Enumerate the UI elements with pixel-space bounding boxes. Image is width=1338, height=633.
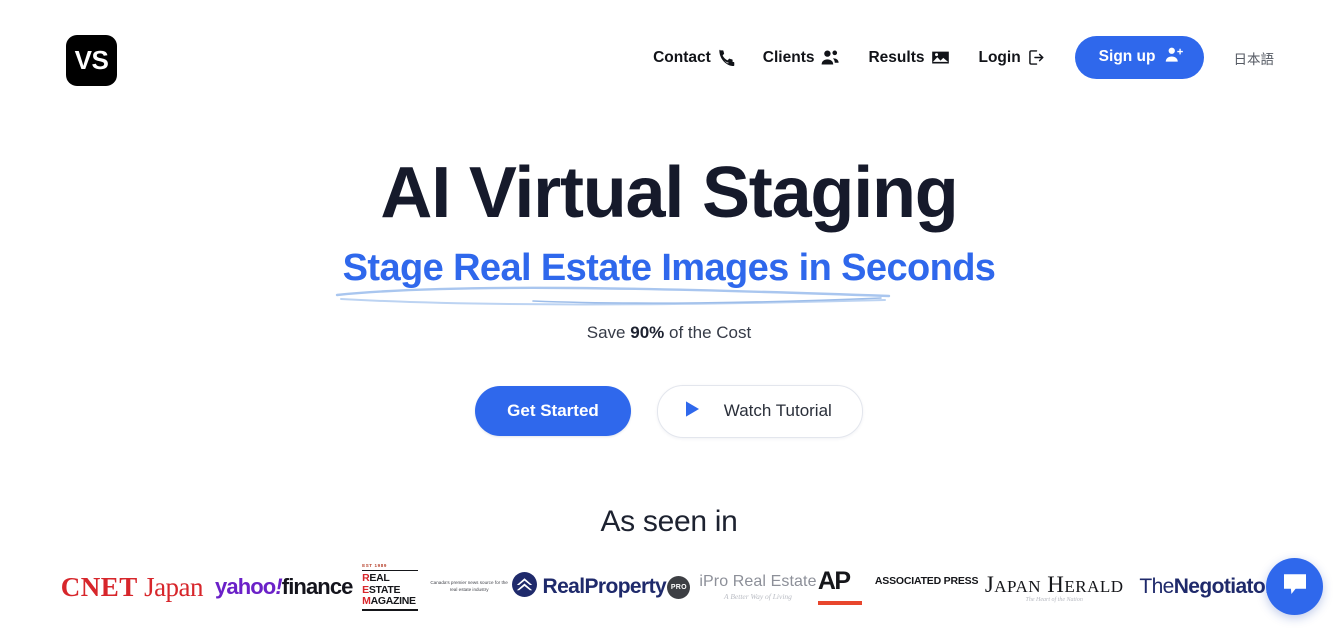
chat-bubble-icon <box>1281 571 1309 602</box>
japan-herald-wordmark: JAPAN HERALD The Heart of the Nation <box>985 572 1124 603</box>
the-negotiator-wordmark: TheNegotiator <box>1139 575 1274 599</box>
phone-icon <box>718 49 735 66</box>
herald-j: J <box>984 571 995 597</box>
site-logo[interactable]: VS <box>66 34 117 86</box>
hero-subtitle-wrap: Stage Real Estate Images in Seconds <box>335 247 996 306</box>
remag-line-3-accent: M <box>362 594 371 607</box>
signup-button[interactable]: Sign up <box>1074 36 1204 79</box>
cnet-japan-wordmark: CNET Japan <box>60 571 204 603</box>
nav-item-login[interactable]: Login <box>964 43 1058 73</box>
nav-label-clients: Clients <box>762 48 815 66</box>
remag-line-3-rest: AGAZINE <box>370 594 416 607</box>
herald-apan: APAN <box>994 576 1042 596</box>
landing-page: VS Contact Clients Results Login Sign up… <box>0 0 1338 633</box>
nav-item-clients[interactable]: Clients <box>749 43 855 73</box>
ipro-tagline: A Better Way of Living <box>724 592 792 601</box>
watch-tutorial-button[interactable]: Watch Tutorial <box>656 384 863 438</box>
remag-lines: REAL ESTATE MAGAZINE <box>362 571 418 609</box>
press-logo-associated-press[interactable]: AP ASSOCIATED PRESS <box>817 557 979 617</box>
savings-value: 90% <box>630 322 665 342</box>
cnet-japan-text: Japan <box>144 571 204 602</box>
press-logo-japan-herald[interactable]: JAPAN HERALD The Heart of the Nation <box>978 557 1130 617</box>
remag-tagline: Canada's premier news source for the rea… <box>430 580 508 592</box>
nav-item-results[interactable]: Results <box>854 43 964 73</box>
ap-red-bar <box>817 601 862 605</box>
press-logo-cnet-japan[interactable]: CNET Japan <box>56 557 208 617</box>
press-logo-real-estate-magazine[interactable]: EST 1989 REAL ESTATE MAGAZINE Canada's p… <box>360 557 512 617</box>
remag-line-1-rest: EAL <box>369 572 390 585</box>
ipro-badge: PRO <box>667 575 691 599</box>
press-logos-row: CNET Japan yahoo!finance EST 1989 REAL E… <box>0 552 1338 622</box>
yahoo-finance-wordmark: yahoo!finance <box>215 574 354 600</box>
press-logo-ipro-real-estate[interactable]: PRO iPro Real Estate A Better Way of Liv… <box>666 557 818 617</box>
remag-mark: EST 1989 REAL ESTATE MAGAZINE <box>362 563 419 611</box>
remag-rule-bottom <box>362 609 419 611</box>
ap-wordmark: AP ASSOCIATED PRESS <box>817 567 979 605</box>
negotiator-name: Negotiator <box>1173 575 1274 598</box>
realproperty-chevron-icon <box>511 572 537 602</box>
cnet-text: CNET <box>60 571 138 602</box>
herald-h: H <box>1047 571 1065 597</box>
yahoo-text: yahoo <box>215 574 276 599</box>
savings-text: Save 90% of the Cost <box>0 323 1338 343</box>
realproperty-text: RealProperty <box>542 575 667 598</box>
remag-line-2-accent: E <box>362 583 369 596</box>
hero-section: AI Virtual Staging Stage Real Estate Ima… <box>0 112 1338 539</box>
logo-text: VS <box>74 44 109 75</box>
finance-text: finance <box>281 574 354 599</box>
remag-line-3: MAGAZINE <box>362 594 418 607</box>
remag-est-text: EST 1989 <box>362 563 387 569</box>
site-header: VS Contact Clients Results Login Sign up… <box>0 0 1338 112</box>
savings-prefix: Save <box>586 322 631 342</box>
realproperty-wordmark: RealProperty <box>511 572 667 602</box>
press-logo-realproperty[interactable]: RealProperty <box>511 557 667 617</box>
ap-letters: AP <box>817 567 851 595</box>
japan-herald-name: JAPAN HERALD <box>985 572 1124 598</box>
nav-label-results: Results <box>868 48 925 66</box>
herald-erald: ERALD <box>1064 576 1124 596</box>
chat-widget-button[interactable] <box>1266 558 1323 615</box>
ipro-wordmark: PRO iPro Real Estate A Better Way of Liv… <box>667 573 816 601</box>
page-title: AI Virtual Staging <box>380 153 958 233</box>
login-icon <box>1028 49 1045 66</box>
real-estate-magazine-wordmark: EST 1989 REAL ESTATE MAGAZINE Canada's p… <box>362 563 509 611</box>
press-logo-the-negotiator[interactable]: TheNegotiator <box>1130 557 1282 617</box>
ipro-name: iPro Real Estate <box>699 573 817 590</box>
signup-label: Sign up <box>1098 48 1156 65</box>
get-started-button[interactable]: Get Started <box>475 386 631 437</box>
watch-tutorial-label: Watch Tutorial <box>723 401 832 421</box>
hero-subtitle: Stage Real Estate Images in Seconds <box>342 247 996 289</box>
remag-line-2-rest: STATE <box>368 583 401 596</box>
ap-name: ASSOCIATED PRESS <box>874 575 979 587</box>
people-icon <box>821 49 840 66</box>
image-icon <box>931 49 950 66</box>
nav-label-login: Login <box>978 48 1021 66</box>
ipro-text-block: iPro Real Estate A Better Way of Living <box>699 573 816 601</box>
savings-suffix: of the Cost <box>664 322 752 342</box>
play-icon <box>682 399 702 424</box>
nav-label-contact: Contact <box>653 48 711 66</box>
nav-item-contact[interactable]: Contact <box>639 43 749 73</box>
cta-row: Get Started Watch Tutorial <box>0 384 1338 438</box>
language-switcher[interactable]: 日本語 <box>1234 48 1275 68</box>
ap-mark: AP <box>817 567 862 605</box>
press-logo-yahoo-finance[interactable]: yahoo!finance <box>208 557 360 617</box>
as-seen-in-heading: As seen in <box>600 504 738 538</box>
person-add-icon <box>1165 46 1183 68</box>
main-nav: Contact Clients Results Login Sign up 日本… <box>639 36 1274 79</box>
negotiator-the: The <box>1139 575 1174 598</box>
